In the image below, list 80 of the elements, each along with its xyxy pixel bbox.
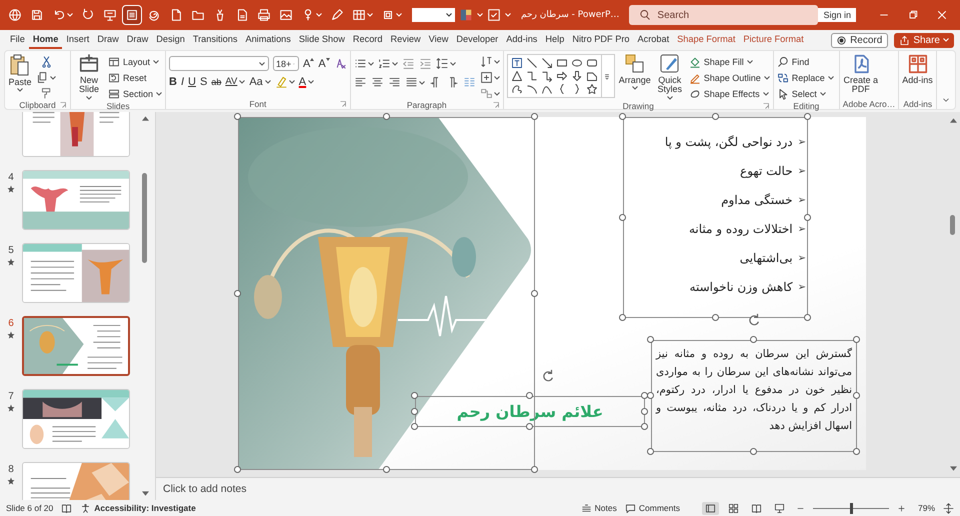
slide-number: 4 [8, 172, 14, 183]
character-spacing-button[interactable]: AV [225, 76, 246, 87]
group-label: Clipboard [19, 100, 56, 110]
shadow-button[interactable]: S [200, 76, 208, 88]
font-size-field[interactable]: 18+ [273, 56, 300, 71]
replace-button[interactable]: Replace [776, 71, 834, 85]
decrease-font-size-button[interactable]: A [318, 58, 330, 70]
quick-styles-button[interactable]: Quick Styles [654, 53, 685, 100]
menu-tab[interactable]: Animations [241, 31, 295, 49]
italic-button[interactable]: I [180, 76, 184, 88]
slide-number: 8 [8, 464, 14, 475]
record-button[interactable]: Record [831, 32, 888, 48]
group-label: Drawing [622, 101, 654, 111]
menu-tab[interactable]: View [424, 31, 452, 49]
search-field[interactable]: Search [629, 5, 818, 25]
bullet-text: درد نواحی لگن، پشت و پا [664, 135, 793, 149]
paste-button[interactable]: Paste [8, 53, 32, 92]
create-pdf-button[interactable]: Create a PDF [842, 53, 879, 95]
arrange-button[interactable]: Arrange [618, 53, 651, 90]
bullet-marker: ➢ [798, 136, 806, 148]
menu-tab[interactable]: Record [348, 31, 386, 49]
bullet-text: خستگی مداوم [721, 193, 793, 207]
menu-tab[interactable]: Slide Show [294, 31, 349, 49]
menu-tab[interactable]: Design [152, 31, 189, 49]
bullet-marker: ➢ [798, 166, 806, 176]
section-button[interactable]: Section [108, 87, 162, 101]
group-label: Editing [793, 101, 820, 111]
reset-button[interactable]: Reset [108, 71, 147, 85]
notes-placeholder[interactable]: Click to add notes [163, 483, 246, 495]
window-title: سرطان رحم - PowerP… [521, 10, 620, 20]
bullet-marker: ➢ [798, 252, 806, 264]
menu-tab[interactable]: Picture Format [739, 31, 808, 49]
group-label: Adobe Acro… [842, 98, 896, 108]
accessibility-button[interactable]: Accessibility: Investigate [80, 502, 196, 514]
bullet-text: کاهش وزن ناخواسته [690, 280, 793, 294]
menu-tab[interactable]: Shape Format [673, 31, 740, 49]
menu-tab[interactable]: Add-ins [502, 31, 542, 49]
shape-outline-button[interactable]: Shape Outline [688, 71, 770, 85]
slide-number: 7 [8, 391, 14, 402]
notes-button[interactable]: Notes [580, 502, 617, 514]
menu-tab[interactable]: Draw [122, 31, 152, 49]
menu-tab[interactable]: Nitro PDF Pro [568, 31, 634, 49]
menu-tab[interactable]: Draw [93, 31, 123, 49]
menu-tab[interactable]: Developer [452, 31, 502, 49]
group-label: Font [249, 98, 266, 108]
share-button[interactable]: Share [894, 32, 954, 48]
comments-button[interactable]: Comments [624, 502, 680, 514]
select-button[interactable]: Select [776, 87, 826, 101]
slide-number: 6 [8, 318, 14, 329]
menu-tab[interactable]: Acrobat [634, 31, 674, 49]
bullet-marker: ➢ [798, 282, 806, 292]
bullet-text: بی‌اشتهایی [740, 251, 793, 265]
add-ins-button[interactable]: Add-ins [902, 53, 933, 86]
menu-tab[interactable]: Review [386, 31, 425, 49]
bullet-marker: ➢ [798, 194, 806, 206]
shape-fill-button[interactable]: Shape Fill [688, 55, 753, 69]
new-slide-button[interactable]: New Slide [74, 53, 104, 100]
menu-tab[interactable]: File [6, 31, 29, 49]
sign-in-button[interactable]: Sign in [818, 8, 856, 22]
zoom-level[interactable]: 79% [918, 503, 935, 513]
layout-button[interactable]: Layout [108, 55, 160, 69]
bullet-text: حالت تهوع [740, 164, 793, 178]
strikethrough-button[interactable]: ab [211, 76, 222, 86]
group-label: Paragraph [406, 100, 447, 110]
increase-font-size-button[interactable]: A [303, 58, 314, 70]
bullet-marker: ➢ [798, 224, 806, 234]
bold-button[interactable]: B [169, 76, 177, 88]
bullet-text: اختلالات روده و مثانه [688, 222, 793, 236]
menu-tab[interactable]: Transitions [188, 31, 242, 49]
underline-button[interactable]: U [188, 76, 196, 88]
group-label: Add-ins [903, 98, 932, 108]
shape-effects-button[interactable]: Shape Effects [688, 87, 769, 101]
menu-tab[interactable]: Insert [62, 31, 94, 49]
font-color-button[interactable]: A [298, 76, 314, 88]
find-button[interactable]: Find [776, 55, 810, 69]
slide-counter: Slide 6 of 20 [6, 503, 54, 513]
group-label: Slides [106, 101, 130, 111]
slide-number: 5 [8, 245, 14, 256]
menu-tab[interactable]: Help [541, 31, 568, 49]
change-case-button[interactable]: Aa [249, 76, 271, 88]
